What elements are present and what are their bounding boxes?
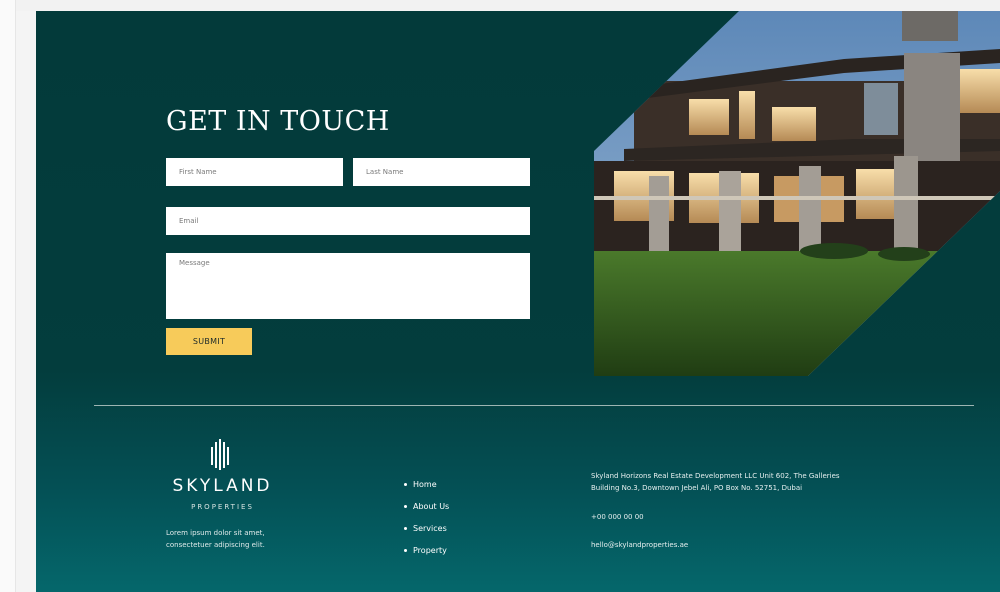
footer-link-services[interactable]: Services xyxy=(413,524,447,533)
bullet-icon xyxy=(404,548,407,552)
page-left-gutter xyxy=(0,0,16,592)
footer-link-home[interactable]: Home xyxy=(413,480,437,489)
first-name-input[interactable] xyxy=(166,158,343,186)
page-top-strip xyxy=(16,0,1000,11)
footer-divider xyxy=(94,405,974,406)
footer-link-property[interactable]: Property xyxy=(413,546,447,555)
footer-nav-item-about: About Us xyxy=(404,495,449,517)
skyland-logo-icon xyxy=(211,439,229,470)
footer-email-link[interactable]: hello@skylandproperties.ae xyxy=(591,541,688,549)
footer-nav-item-property: Property xyxy=(404,539,449,561)
footer-link-about[interactable]: About Us xyxy=(413,502,449,511)
last-name-input[interactable] xyxy=(353,158,530,186)
modern-villa-photo xyxy=(594,11,1000,376)
footer-phone[interactable]: +00 000 00 00 xyxy=(591,513,644,521)
message-textarea[interactable] xyxy=(166,253,530,319)
bullet-icon xyxy=(404,504,407,508)
footer-address: Skyland Horizons Real Estate Development… xyxy=(591,472,840,492)
brand-tagline: PROPERTIES xyxy=(191,503,254,511)
footer-blurb: Lorem ipsum dolor sit amet, consectetuer… xyxy=(166,529,265,549)
footer-nav: Home About Us Services Property xyxy=(404,473,449,561)
email-input[interactable] xyxy=(166,207,530,235)
footer-nav-item-home: Home xyxy=(404,473,449,495)
footer-nav-item-services: Services xyxy=(404,517,449,539)
bullet-icon xyxy=(404,482,407,486)
brand-name: SKYLAND xyxy=(172,476,273,496)
submit-button[interactable]: SUBMIT xyxy=(166,328,252,355)
site-contact-footer-section: GET IN TOUCH SUBMIT xyxy=(36,11,1000,592)
bullet-icon xyxy=(404,526,407,530)
contact-title: GET IN TOUCH xyxy=(166,106,390,137)
